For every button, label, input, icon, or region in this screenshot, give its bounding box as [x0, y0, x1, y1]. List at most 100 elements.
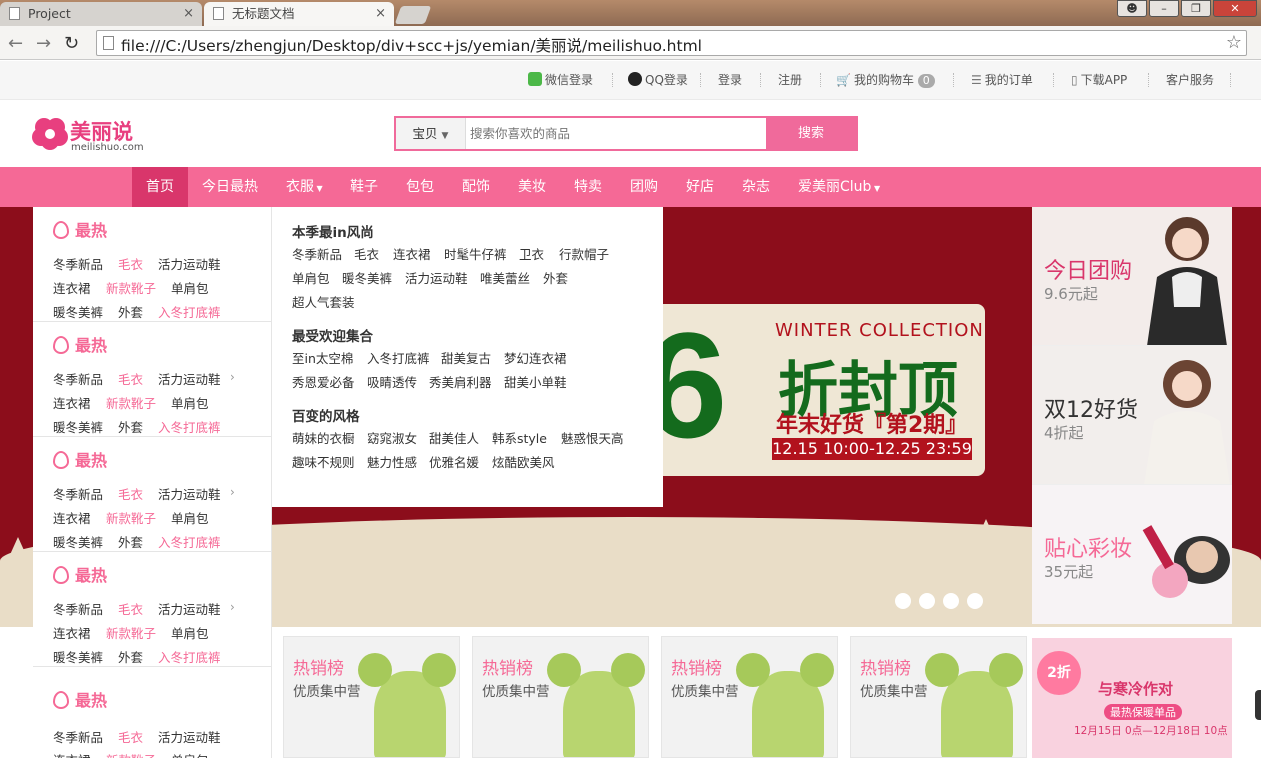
flyout-link[interactable]: 炫酷欧美风: [492, 452, 555, 471]
category-link[interactable]: 入冬打底裤: [158, 532, 221, 551]
maximize-icon[interactable]: ❐: [1181, 0, 1211, 17]
flyout-link[interactable]: 魅惑恨天高: [561, 428, 624, 447]
winter-sale-ad[interactable]: 2折 与寒冷作对 最热保暖单品 12月15日 0点—12月18日 10点: [1032, 638, 1232, 758]
search-input[interactable]: [468, 118, 768, 149]
category-link[interactable]: 毛衣: [118, 599, 143, 618]
promo-card-group-buy[interactable]: 今日团购 9.6元起: [1032, 207, 1232, 346]
category-link[interactable]: 活力运动鞋: [158, 599, 221, 618]
flyout-link[interactable]: 入冬打底裤: [367, 348, 430, 367]
login-link[interactable]: 登录: [718, 71, 742, 88]
carousel-dot[interactable]: [919, 593, 935, 609]
forward-icon[interactable]: →: [36, 33, 51, 54]
nav-club[interactable]: 爱美丽Club ▼: [798, 167, 880, 207]
category-link[interactable]: 单肩包: [171, 278, 209, 297]
minimize-icon[interactable]: –: [1149, 0, 1179, 17]
back-icon[interactable]: ←: [8, 33, 23, 54]
category-link[interactable]: 活力运动鞋: [158, 369, 221, 388]
product-card[interactable]: 热销榜 优质集中营: [283, 636, 460, 758]
service-link[interactable]: 客户服务: [1166, 71, 1214, 88]
category-link[interactable]: 入冬打底裤: [158, 302, 221, 321]
register-link[interactable]: 注册: [778, 71, 802, 88]
flyout-link[interactable]: 萌妹的衣橱: [292, 428, 355, 447]
flyout-link[interactable]: 行款帽子: [559, 244, 609, 263]
carousel-dot[interactable]: [943, 593, 959, 609]
flyout-link[interactable]: 冬季新品: [292, 244, 342, 263]
category-link[interactable]: 新款靴子: [106, 508, 156, 527]
flyout-link[interactable]: 时髦牛仔裤: [444, 244, 507, 263]
qq-login-link[interactable]: QQ登录: [628, 71, 688, 88]
category-link[interactable]: 外套: [118, 417, 143, 436]
cart-link[interactable]: 🛒 我的购物车 0: [836, 71, 935, 88]
flyout-link[interactable]: 毛衣: [354, 244, 379, 263]
search-button[interactable]: 搜索: [766, 118, 856, 149]
flyout-link[interactable]: 卫衣: [519, 244, 544, 263]
category-link[interactable]: 单肩包: [171, 393, 209, 412]
category-link[interactable]: 新款靴子: [106, 393, 156, 412]
category-link[interactable]: 暖冬美裤: [53, 302, 103, 321]
category-link[interactable]: 外套: [118, 532, 143, 551]
download-app-link[interactable]: ▯ 下载APP: [1071, 71, 1127, 88]
carousel-dot[interactable]: [967, 593, 983, 609]
category-link[interactable]: 入冬打底裤: [158, 417, 221, 436]
wechat-login-link[interactable]: 微信登录: [528, 71, 593, 88]
nav-shoes[interactable]: 鞋子: [350, 167, 378, 207]
flyout-link[interactable]: 甜美复古: [441, 348, 491, 367]
category-link[interactable]: 连衣裙: [53, 278, 91, 297]
flyout-link[interactable]: 连衣裙: [393, 244, 431, 263]
flyout-link[interactable]: 秀美肩利器: [429, 372, 492, 391]
close-tab-icon[interactable]: ×: [183, 2, 194, 25]
category-link[interactable]: 毛衣: [118, 254, 143, 273]
flyout-link[interactable]: 单肩包: [292, 268, 330, 287]
category-link[interactable]: 毛衣: [118, 369, 143, 388]
flyout-link[interactable]: 优雅名媛: [429, 452, 479, 471]
tab-current[interactable]: 无标题文档 ×: [204, 2, 394, 26]
flyout-link[interactable]: 外套: [543, 268, 568, 287]
category-link[interactable]: 连衣裙: [53, 508, 91, 527]
category-link[interactable]: 单肩包: [171, 508, 209, 527]
search-scope-select[interactable]: 宝贝 ▼: [396, 118, 466, 149]
category-link[interactable]: 冬季新品: [53, 369, 103, 388]
product-card[interactable]: 热销榜 优质集中营: [850, 636, 1027, 758]
flyout-link[interactable]: 至in太空棉: [292, 348, 353, 367]
close-tab-icon[interactable]: ×: [375, 2, 386, 25]
category-link[interactable]: 活力运动鞋: [158, 254, 221, 273]
side-scroll-tab[interactable]: [1255, 690, 1261, 720]
product-card[interactable]: 热销榜 优质集中营: [472, 636, 649, 758]
category-link[interactable]: 连衣裙: [53, 393, 91, 412]
flyout-link[interactable]: 魅力性感: [367, 452, 417, 471]
close-window-icon[interactable]: ✕: [1213, 0, 1257, 17]
promo-card-double12[interactable]: 双12好货 4折起: [1032, 346, 1232, 485]
flyout-link[interactable]: 活力运动鞋: [405, 268, 468, 287]
new-tab-button[interactable]: [394, 6, 432, 24]
category-link[interactable]: 暖冬美裤: [53, 532, 103, 551]
category-link[interactable]: 新款靴子: [106, 278, 156, 297]
flyout-link[interactable]: 韩系style: [492, 428, 547, 447]
flyout-link[interactable]: 甜美佳人: [429, 428, 479, 447]
user-icon[interactable]: ☻: [1117, 0, 1147, 17]
flyout-link[interactable]: 吸睛透传: [367, 372, 417, 391]
carousel-dot[interactable]: [895, 593, 911, 609]
category-link[interactable]: 外套: [118, 302, 143, 321]
promo-card-makeup[interactable]: 贴心彩妆 35元起: [1032, 485, 1232, 624]
bookmark-star-icon[interactable]: ☆: [1226, 32, 1242, 53]
nav-hot-today[interactable]: 今日最热: [202, 167, 258, 207]
nav-accessories[interactable]: 配饰: [462, 167, 490, 207]
orders-link[interactable]: ☰ 我的订单: [971, 71, 1033, 88]
nav-beauty[interactable]: 美妆: [518, 167, 546, 207]
flyout-link[interactable]: 甜美小单鞋: [504, 372, 567, 391]
category-link[interactable]: 冬季新品: [53, 599, 103, 618]
category-link[interactable]: 冬季新品: [53, 484, 103, 503]
address-bar[interactable]: file:///C:/Users/zhengjun/Desktop/div+sc…: [96, 30, 1247, 56]
nav-shops[interactable]: 好店: [686, 167, 714, 207]
nav-clothes[interactable]: 衣服 ▼: [286, 167, 323, 207]
flyout-link[interactable]: 超人气套装: [292, 292, 355, 311]
product-card[interactable]: 热销榜 优质集中营: [661, 636, 838, 758]
category-link[interactable]: 活力运动鞋: [158, 484, 221, 503]
flyout-link[interactable]: 唯美蕾丝: [480, 268, 530, 287]
nav-group-buy[interactable]: 团购: [630, 167, 658, 207]
nav-home[interactable]: 首页: [132, 167, 188, 207]
category-link[interactable]: 毛衣: [118, 484, 143, 503]
flyout-link[interactable]: 暖冬美裤: [342, 268, 392, 287]
url-text[interactable]: file:///C:/Users/zhengjun/Desktop/div+sc…: [121, 34, 702, 56]
nav-bags[interactable]: 包包: [406, 167, 434, 207]
